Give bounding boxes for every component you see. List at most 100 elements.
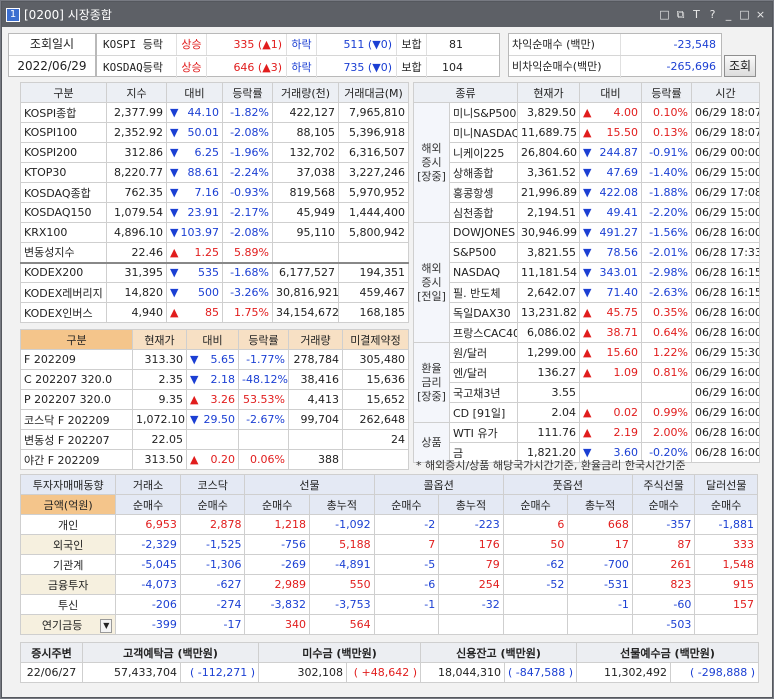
index-row[interactable]: KOSDAQ150 1,079.54 ▼ 23.91 -2.17% 45,949 1,444… [20, 202, 409, 223]
overseas-row[interactable]: 미니NASDAQ 11,689.75 ▲ 15.50 0.13% 06/29 18:07 [414, 122, 760, 143]
group-header: 코스닥 [179, 474, 246, 495]
change-amount: 343.01 [599, 266, 639, 279]
index-row[interactable]: KTOP30 8,220.77 ▼ 88.61 -2.24% 37,038 3,227,24… [20, 162, 409, 183]
up-arrow-icon: ▲ [583, 106, 592, 119]
change-amount: 6.25 [194, 146, 220, 159]
overseas-row[interactable]: 상품 WTI 유가 111.76 ▲ 2.19 2.00% 06/28 16:00 [413, 422, 760, 463]
volume-value: 34,154,672 [272, 302, 339, 323]
investor-type[interactable]: 연기금등 ▼ [19, 614, 117, 635]
investor-row[interactable]: 연기금등 ▼ -399 -17 340 564 -503 [19, 614, 758, 635]
index-row[interactable]: KODEX레버리지 14,820 ▼ 500 -3.26% 30,816,921 459,4… [20, 282, 409, 303]
futures-row[interactable]: F 202209 313.30 ▼ 5.65 -1.77% 278,784 305,480 [20, 349, 409, 370]
overseas-row[interactable]: NASDAQ 11,181.54 ▼ 343.01 -2.98% 06/28 16:15 [414, 262, 760, 283]
index-row[interactable]: 변동성지수 22.46 ▲ 1.25 5.89% [20, 242, 409, 263]
investor-row[interactable]: 투신 -206 -274 -3,832 -3,753 -1 -32 -1 -60 157 [19, 594, 758, 615]
minimize-icon[interactable]: _ [722, 8, 735, 21]
investor-value: -223 [438, 514, 504, 535]
investor-row[interactable]: 개인 6,953 2,878 1,218 -1,092 -2 -223 6 668 -357 -1,… [19, 514, 758, 535]
fund-amount: 11,302,492 [576, 662, 672, 683]
overseas-row[interactable]: 해외 증시 [전일] DOWJONES 30,946.99 ▼ 491.27 -1.56%… [413, 222, 760, 343]
overseas-row[interactable]: 상해종합 3,361.52 ▼ 47.69 -1.40% 06/29 15:00 [414, 162, 760, 183]
advance-decline-grid: KOSPI 등락 상승 335 (▲ 1) 하락 511 (▼ 0) 보합 81 KOSDAQ… [96, 33, 500, 78]
investor-type: 기관계 [19, 554, 117, 575]
overseas-row[interactable]: 엔/달러 136.27 ▲ 1.09 0.81% 06/29 16:00 [414, 362, 760, 383]
volume-value: 15,652 [342, 389, 409, 410]
investor-value: -1 [373, 594, 440, 615]
overseas-row[interactable]: 독일DAX30 13,231.82 ▲ 45.75 0.35% 06/28 16:00 [414, 302, 760, 323]
investor-value: 6,953 [115, 514, 181, 535]
index-row[interactable]: KOSDAQ종합 762.35 ▼ 7.16 -0.93% 819,568 5,970,95… [20, 182, 409, 203]
change-value: ▲ 3.26 [186, 389, 239, 410]
overseas-row[interactable]: 필. 반도체 2,642.07 ▼ 71.40 -2.63% 06/28 16:15 [414, 282, 760, 303]
link-window-icon[interactable]: ⧉ [674, 8, 687, 21]
volume-value: 262,648 [342, 409, 409, 430]
volume-value: 5,396,918 [338, 122, 409, 143]
restore-layout-icon[interactable]: □ [658, 8, 671, 21]
quote-time: 06/29 16:00 [691, 402, 760, 423]
index-row[interactable]: KOSPI종합 2,377.99 ▼ 44.10 -1.82% 422,127 7,965,… [20, 102, 409, 123]
futures-row[interactable]: 코스닥 F 202209 1,072.10 ▼ 29.50 -2.67% 99,704 26… [20, 409, 409, 430]
index-row[interactable]: KODEX인버스 4,940 ▲ 85 1.75% 34,154,672 168,185 [20, 302, 409, 323]
price-value: 2,642.07 [517, 282, 580, 303]
group-header: 거래소 [115, 474, 181, 495]
column-header: 구분 [20, 82, 107, 103]
investor-value: 564 [309, 614, 375, 635]
change-rate: 1.75% [222, 302, 273, 323]
investor-row[interactable]: 외국인 -2,329 -1,525 -756 5,188 7 176 50 17 87 333 [19, 534, 758, 555]
overseas-row[interactable]: 홍콩항셍 21,996.89 ▼ 422.08 -1.88% 06/29 17:08 [414, 182, 760, 203]
investor-row[interactable]: 기관계 -5,045 -1,306 -269 -4,891 -5 79 -62 -700 261 1… [19, 554, 758, 575]
futures-row[interactable]: C 202207 320.0 2.35 ▼ 2.18 -48.12% 38,416 15,6… [20, 369, 409, 390]
unchanged-label: 보합 [397, 56, 427, 78]
investor-value: 1,548 [694, 554, 758, 575]
price-value: 313.30 [132, 349, 187, 370]
change-value: ▲ 15.60 [579, 342, 642, 363]
change-amount: 15.60 [606, 346, 639, 359]
investor-value: -52 [502, 574, 569, 595]
column-header: 총누적 [438, 494, 504, 515]
change-value: ▼ 71.40 [579, 282, 642, 303]
font-icon[interactable]: T [690, 8, 703, 21]
change-value: ▲ 1.09 [579, 362, 642, 383]
price-value: 26,804.60 [517, 142, 580, 163]
change-rate: 0.99% [641, 402, 692, 423]
help-icon[interactable]: ? [706, 8, 719, 21]
advance-count: 335 ( [233, 38, 263, 51]
futures-row[interactable]: P 202207 320.0 9.35 ▲ 3.26 53.53% 4,413 15,652 [20, 389, 409, 410]
overseas-row[interactable]: 프랑스CAC40 6,086.02 ▲ 38.71 0.64% 06/28 16:00 [414, 322, 760, 343]
overseas-row[interactable]: 국고채3년 3.55 06/29 16:00 [414, 382, 760, 403]
overseas-row[interactable]: 심천종합 2,194.51 ▼ 49.41 -2.20% 06/29 15:00 [414, 202, 760, 223]
index-row[interactable]: KOSPI200 312.86 ▼ 6.25 -1.96% 132,702 6,316,50… [20, 142, 409, 163]
overseas-row[interactable]: 해외 증시 [장중] 미니S&P500 3,829.50 ▲ 4.00 0.10% 06/2… [413, 102, 760, 223]
down-arrow-icon: ▼ [170, 286, 179, 299]
limit-up-count: 3) [270, 60, 282, 74]
dropdown-arrow-icon[interactable]: ▼ [100, 618, 113, 633]
advance-label: 상승 [177, 34, 207, 55]
window-number-badge: 1 [6, 7, 20, 22]
investor-row[interactable]: 금융투자 -4,073 -627 2,989 550 -6 254 -52 -531 823 915 [19, 574, 758, 595]
maximize-icon[interactable]: □ [738, 8, 751, 21]
investor-type-label: 외국인 [52, 538, 84, 552]
futures-row[interactable]: 변동성 F 202207 22.05 24 [20, 429, 409, 450]
query-button[interactable]: 조회 [724, 55, 756, 77]
investor-value: 6 [502, 514, 569, 535]
index-row[interactable]: KOSPI100 2,352.92 ▼ 50.01 -2.08% 88,105 5,396,… [20, 122, 409, 143]
overseas-row[interactable]: CD [91일] 2.04 ▲ 0.02 0.99% 06/29 16:00 [414, 402, 760, 423]
index-row[interactable]: KRX100 4,896.10 ▼ 103.97 -2.08% 95,110 5,800,9… [20, 222, 409, 243]
investor-value: 668 [567, 514, 633, 535]
change-rate: -2.98% [641, 262, 692, 283]
overseas-row[interactable]: S&P500 3,821.55 ▼ 78.56 -2.01% 06/28 17:33 [414, 242, 760, 263]
column-header: 현재가 [132, 329, 187, 350]
investor-type: 개인 [19, 514, 117, 535]
overseas-row[interactable]: 니케이225 26,804.60 ▼ 244.87 -0.91% 06/29 00:00 [414, 142, 760, 163]
index-row[interactable]: KODEX200 31,395 ▼ 535 -1.68% 6,177,527 194,351 [20, 261, 409, 283]
group-header: 선물 [244, 474, 375, 495]
futures-row[interactable]: 야간 F 202209 313.50 ▲ 0.20 0.06% 388 [20, 449, 409, 470]
change-rate: 2.00% [641, 422, 692, 443]
instrument-name: 엔/달러 [449, 362, 518, 383]
overseas-row[interactable]: 환율 금리 [장중] 원/달러 1,299.00 ▲ 15.60 1.22% 06/29 1… [413, 342, 760, 423]
price-value: 2,352.92 [106, 122, 167, 143]
close-icon[interactable]: × [754, 8, 767, 21]
column-header: 순매수 [502, 494, 569, 515]
down-arrow-icon: ▼ [372, 60, 381, 74]
group-label: 해외 증시 [전일] [413, 222, 450, 343]
